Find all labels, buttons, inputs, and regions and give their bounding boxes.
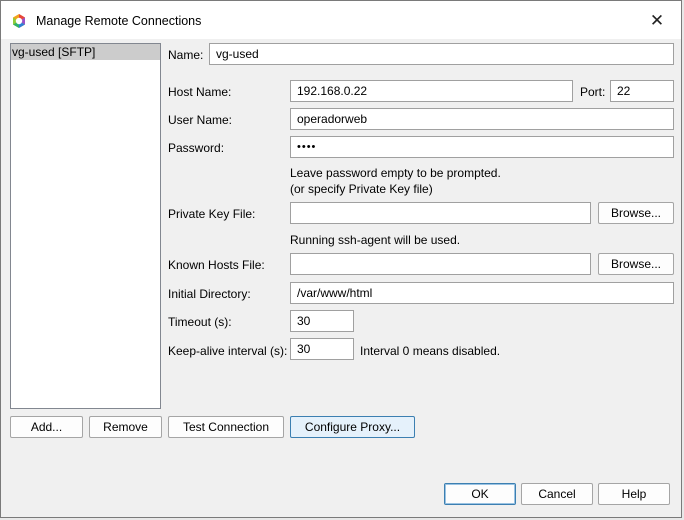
close-icon[interactable]: ✕ bbox=[643, 10, 671, 32]
remove-button[interactable]: Remove bbox=[89, 416, 162, 438]
list-item-vg-used[interactable]: vg-used [SFTP] bbox=[11, 44, 160, 60]
host-name-field[interactable]: 192.168.0.22 bbox=[290, 80, 573, 102]
user-name-field[interactable]: operadorweb bbox=[290, 108, 674, 130]
name-field[interactable]: vg-used bbox=[209, 43, 674, 65]
initial-directory-label: Initial Directory: bbox=[168, 287, 251, 301]
name-label: Name: bbox=[168, 48, 204, 62]
keepalive-field[interactable]: 30 bbox=[290, 338, 354, 360]
port-field[interactable]: 22 bbox=[610, 80, 674, 102]
keepalive-note: Interval 0 means disabled. bbox=[360, 344, 501, 358]
browse-private-key-button[interactable]: Browse... bbox=[598, 202, 674, 224]
host-name-label: Host Name: bbox=[168, 85, 232, 99]
user-name-label: User Name: bbox=[168, 113, 233, 127]
password-label: Password: bbox=[168, 141, 225, 155]
ssh-agent-note: Running ssh-agent will be used. bbox=[290, 233, 461, 247]
timeout-field[interactable]: 30 bbox=[290, 310, 354, 332]
help-button[interactable]: Help bbox=[598, 483, 670, 505]
test-connection-button[interactable]: Test Connection bbox=[168, 416, 284, 438]
initial-directory-field[interactable]: /var/www/html bbox=[290, 282, 674, 304]
app-logo-icon bbox=[13, 14, 25, 28]
keepalive-label: Keep-alive interval (s): bbox=[168, 344, 288, 358]
private-key-label: Private Key File: bbox=[168, 207, 256, 221]
password-hint-line-1: Leave password empty to be prompted. bbox=[290, 166, 501, 180]
dialog-title: Manage Remote Connections bbox=[36, 14, 202, 28]
timeout-label: Timeout (s): bbox=[168, 315, 232, 329]
cancel-button[interactable]: Cancel bbox=[521, 483, 593, 505]
manage-remote-connections-dialog: Manage Remote Connections ✕ vg-used [SFT… bbox=[0, 0, 682, 518]
password-field[interactable]: •••• bbox=[290, 136, 674, 158]
ok-button[interactable]: OK bbox=[444, 483, 516, 505]
title-bar[interactable]: Manage Remote Connections ✕ bbox=[1, 1, 681, 39]
browse-known-hosts-button[interactable]: Browse... bbox=[598, 253, 674, 275]
known-hosts-label: Known Hosts File: bbox=[168, 258, 265, 272]
known-hosts-field[interactable] bbox=[290, 253, 591, 275]
add-button[interactable]: Add... bbox=[10, 416, 83, 438]
configure-proxy-button[interactable]: Configure Proxy... bbox=[290, 416, 415, 438]
connections-list[interactable]: vg-used [SFTP] bbox=[10, 43, 161, 409]
private-key-field[interactable] bbox=[290, 202, 591, 224]
password-hint-line-2: (or specify Private Key file) bbox=[290, 182, 433, 196]
port-label: Port: bbox=[580, 85, 606, 99]
